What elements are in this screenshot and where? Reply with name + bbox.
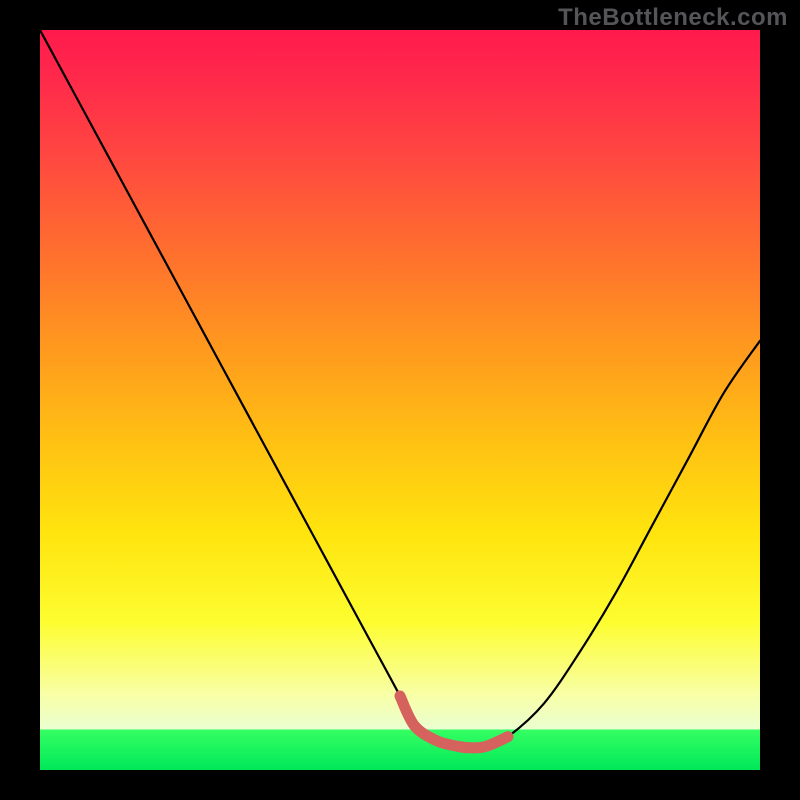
chart-frame: TheBottleneck.com [0, 0, 800, 800]
watermark-text: TheBottleneck.com [558, 4, 788, 32]
plot-area [40, 30, 760, 770]
bottleneck-curve [40, 30, 760, 748]
bottom-u-segment [400, 696, 508, 748]
curve-layer [40, 30, 760, 770]
